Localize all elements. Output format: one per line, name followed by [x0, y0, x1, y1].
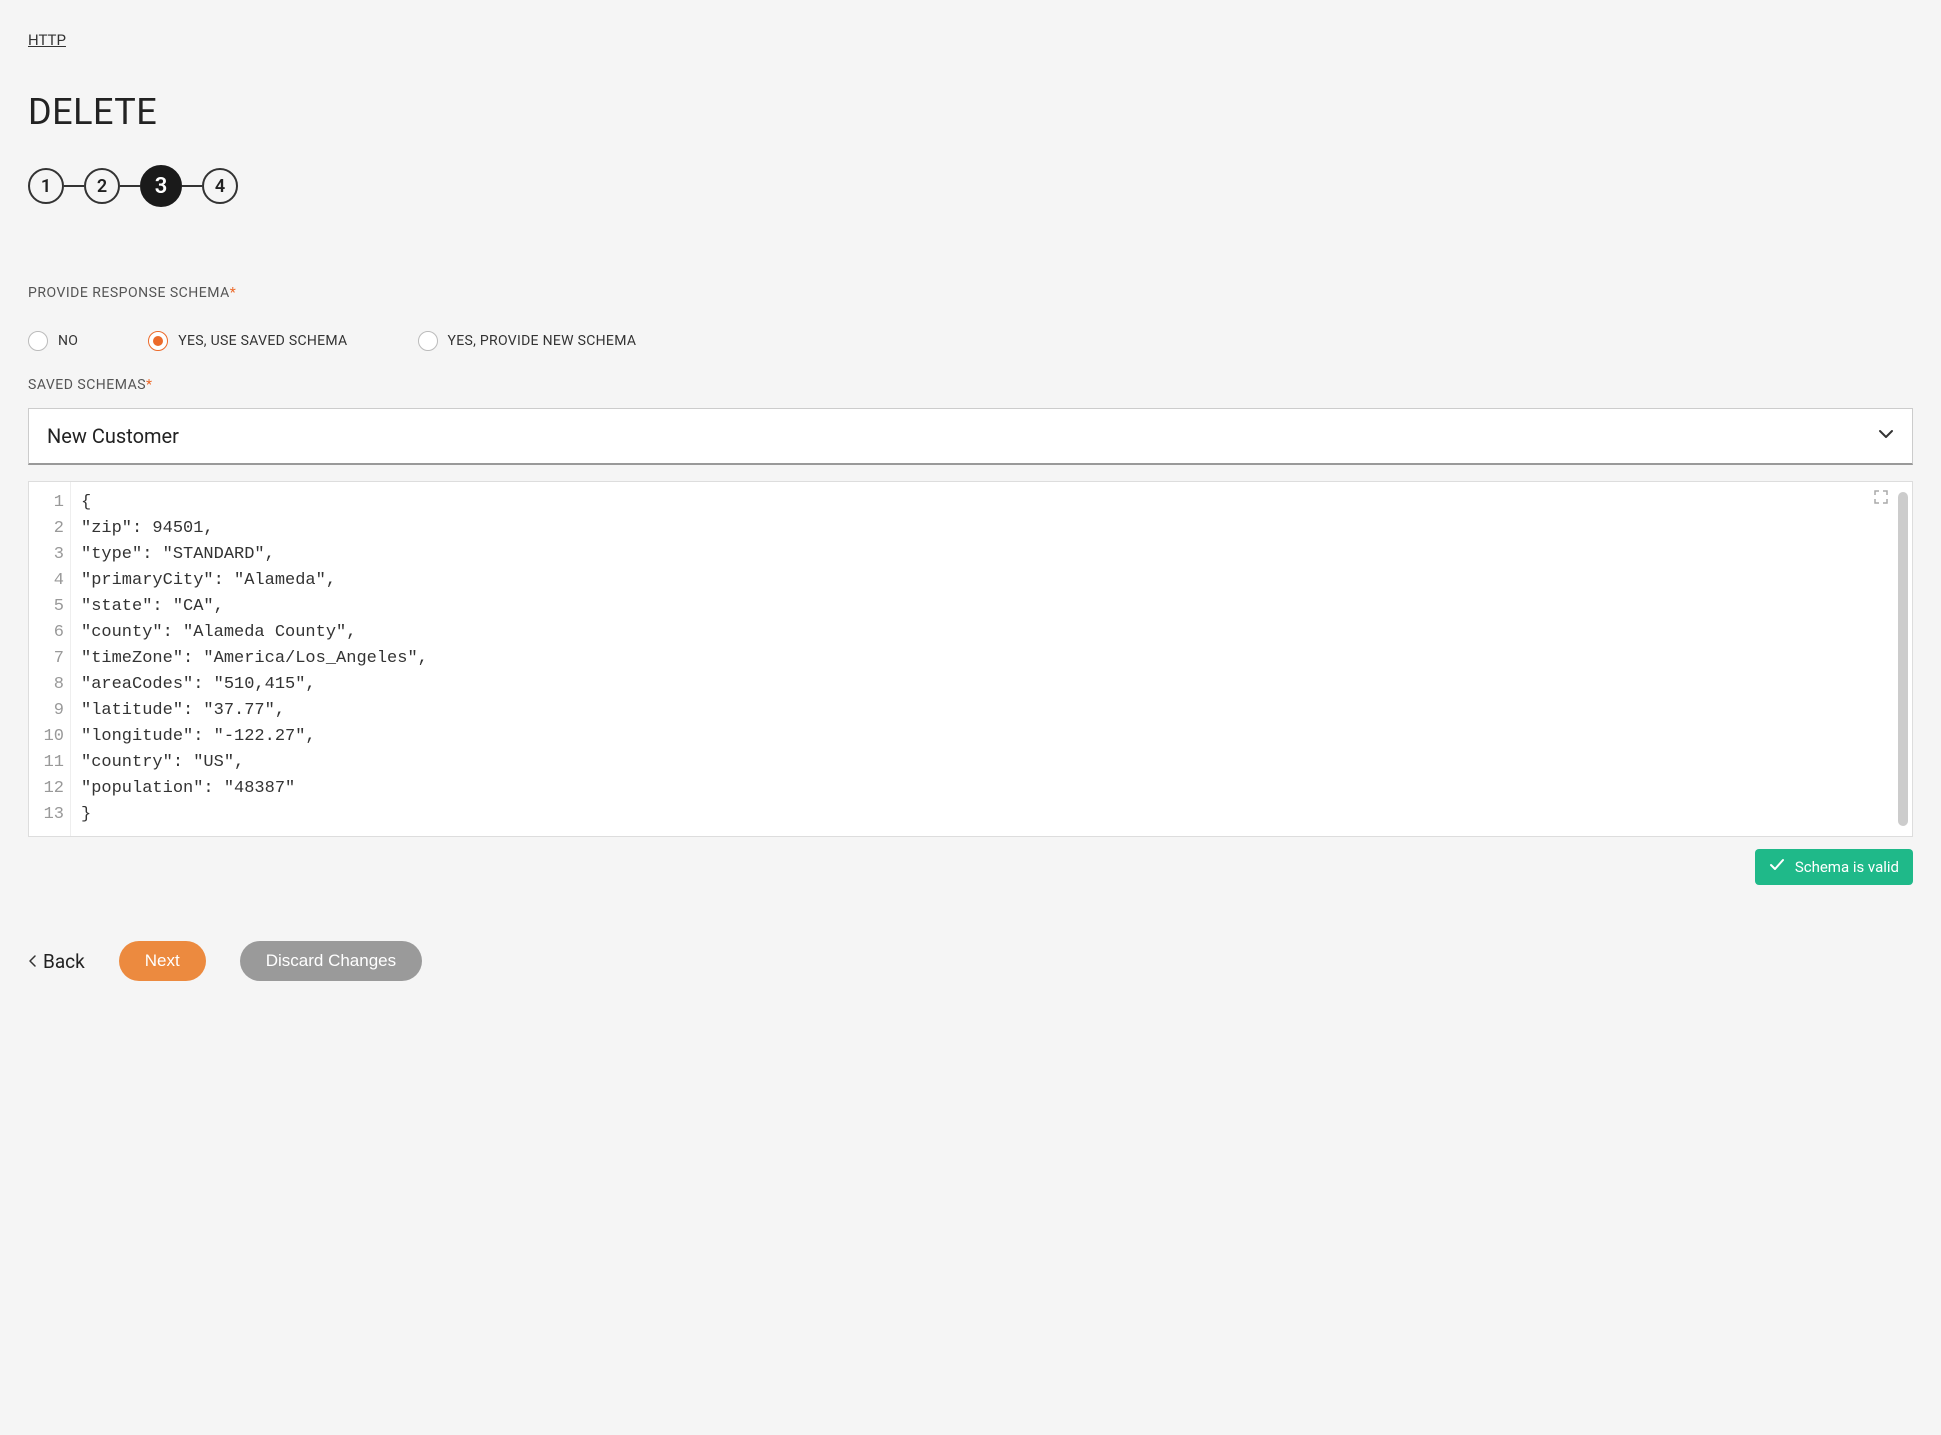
code-content[interactable]: {"zip": 94501,"type": "STANDARD","primar… [71, 482, 1912, 836]
radio-provide-new[interactable]: YES, PROVIDE NEW SCHEMA [418, 331, 637, 351]
back-button[interactable]: Back [28, 950, 85, 973]
response-schema-label: PROVIDE RESPONSE SCHEMA* [28, 285, 1913, 301]
breadcrumb-http[interactable]: HTTP [28, 31, 66, 49]
check-icon [1769, 857, 1785, 877]
saved-schemas-label-text: SAVED SCHEMAS [28, 377, 146, 393]
next-button[interactable]: Next [119, 941, 206, 981]
required-star-icon: * [230, 285, 237, 301]
step-connector [182, 185, 202, 187]
validation-message: Schema is valid [1795, 858, 1899, 876]
radio-no-label: NO [58, 333, 78, 349]
chevron-down-icon [1878, 426, 1894, 446]
saved-schemas-label: SAVED SCHEMAS* [28, 377, 1913, 393]
step-connector [120, 185, 140, 187]
step-4[interactable]: 4 [202, 168, 238, 204]
discard-changes-button[interactable]: Discard Changes [240, 941, 422, 981]
radio-provide-new-label: YES, PROVIDE NEW SCHEMA [448, 333, 637, 349]
saved-schemas-dropdown[interactable]: New Customer [28, 408, 1913, 465]
required-star-icon: * [146, 377, 153, 393]
radio-dot-icon [153, 336, 163, 346]
response-schema-radio-group: NO YES, USE SAVED SCHEMA YES, PROVIDE NE… [28, 331, 1913, 351]
back-label: Back [43, 950, 85, 973]
radio-icon [418, 331, 438, 351]
chevron-left-icon [28, 950, 37, 973]
radio-icon [148, 331, 168, 351]
radio-no[interactable]: NO [28, 331, 78, 351]
radio-use-saved-label: YES, USE SAVED SCHEMA [178, 333, 347, 349]
page-title: DELETE [28, 91, 1913, 133]
step-1[interactable]: 1 [28, 168, 64, 204]
footer-actions: Back Next Discard Changes [28, 941, 1913, 981]
validation-row: Schema is valid [28, 849, 1913, 885]
scrollbar[interactable] [1898, 492, 1908, 826]
stepper: 1 2 3 4 [28, 165, 1913, 207]
radio-use-saved[interactable]: YES, USE SAVED SCHEMA [148, 331, 347, 351]
radio-icon [28, 331, 48, 351]
step-connector [64, 185, 84, 187]
dropdown-selected-value: New Customer [47, 424, 179, 448]
step-3[interactable]: 3 [140, 165, 182, 207]
schema-code-editor[interactable]: 12345678910111213 {"zip": 94501,"type": … [28, 481, 1913, 837]
expand-icon[interactable] [1874, 490, 1888, 508]
code-gutter: 12345678910111213 [29, 482, 71, 836]
schema-valid-badge: Schema is valid [1755, 849, 1913, 885]
step-2[interactable]: 2 [84, 168, 120, 204]
response-schema-label-text: PROVIDE RESPONSE SCHEMA [28, 285, 230, 301]
